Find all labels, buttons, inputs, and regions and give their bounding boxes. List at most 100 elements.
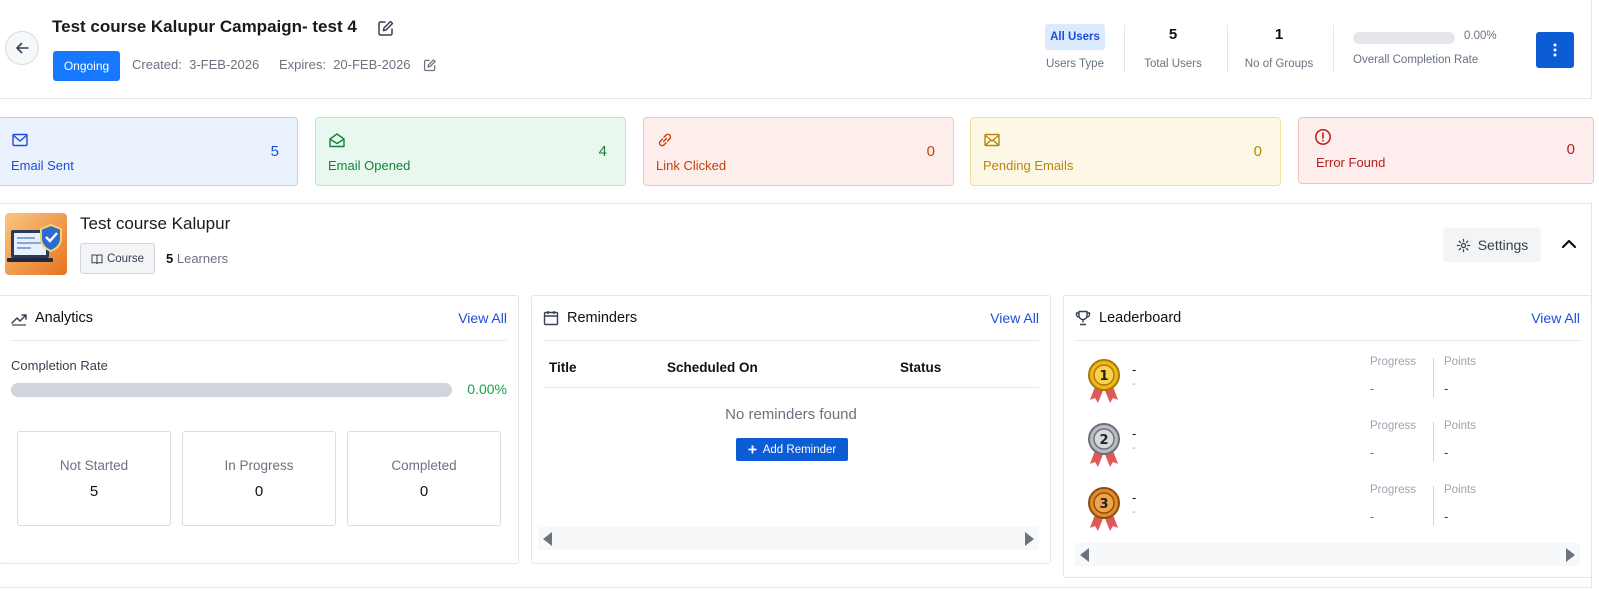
total-users-stat: 5 Total Users [1136,24,1210,72]
mail-pending-icon [984,133,1000,147]
expires-label: Expires: [279,57,326,72]
leader-subtitle: - [1132,506,1136,518]
analytics-panel: Analytics View All Completion Rate 0.00%… [0,295,519,564]
leader-divider [1433,486,1434,526]
points-label: Points [1444,356,1476,368]
arrow-left-icon [16,42,29,54]
users-type-label: Users Type [1046,58,1104,70]
stat-divider [1124,25,1125,73]
leader-name: - [1132,362,1137,377]
created-label: Created: [132,57,182,72]
created-date: Created: 3-FEB-2026 [132,57,259,72]
learners-count: 5 Learners [166,251,228,266]
expires-date: Expires: 20-FEB-2026 [279,57,411,72]
stat-label: In Progress [224,458,294,473]
mail-open-icon [329,133,345,148]
edit-title-icon[interactable] [377,19,395,37]
course-thumbnail [5,213,67,275]
leader-name: - [1132,490,1137,505]
course-title: Test course Kalupur [80,214,231,233]
progress-value: - [1370,381,1375,396]
completion-rate-bar [11,383,452,397]
book-icon [91,254,103,264]
metric-value: 4 [598,143,607,160]
leader-subtitle: - [1132,378,1136,390]
medal-rank: 2 [1099,433,1108,448]
horizontal-scrollbar[interactable] [538,527,1039,550]
stat-completed: Completed 0 [347,431,501,526]
stat-in-progress: In Progress 0 [182,431,336,526]
points-label: Points [1444,420,1476,432]
metric-value: 0 [1566,141,1575,158]
reminders-view-all-link[interactable]: View All [990,310,1039,326]
calendar-icon [543,311,559,326]
trophy-icon [1075,310,1091,326]
stat-label: Completed [391,458,457,473]
more-options-button[interactable] [1536,32,1574,68]
progress-label: Progress [1370,420,1417,432]
horizontal-scrollbar[interactable] [1075,543,1580,566]
reminders-header: Reminders View All [543,296,1039,341]
metric-value: 0 [926,143,935,160]
points-value: - [1444,445,1449,460]
kebab-menu-icon [1553,43,1557,57]
metric-email-opened[interactable]: Email Opened 4 [315,117,626,186]
metric-label: Error Found [1316,155,1386,170]
metric-error-found[interactable]: Error Found 0 [1298,117,1594,184]
course-type-label: Course [106,252,145,265]
plus-icon [748,445,757,454]
column-title: Title [549,360,577,375]
metric-pending-emails[interactable]: Pending Emails 0 [970,117,1281,186]
edit-date-icon[interactable] [423,58,437,72]
scroll-left-icon[interactable] [1080,548,1089,562]
link-icon [658,133,672,147]
metric-label: Email Opened [328,158,411,173]
scroll-right-icon[interactable] [1025,532,1034,546]
groups-value: 1 [1274,26,1284,43]
overall-completion-label: Overall Completion Rate [1353,54,1479,66]
add-reminder-button[interactable]: Add Reminder [736,438,848,461]
settings-button[interactable]: Settings [1443,228,1541,262]
course-type-tag: Course [80,243,155,274]
chevron-up-icon [1561,239,1577,249]
add-reminder-label: Add Reminder [762,443,837,456]
scroll-right-icon[interactable] [1566,548,1575,562]
leaderboard-panel: Leaderboard View All 1 - - Progress - Po… [1063,295,1592,578]
users-type-badge: All Users [1045,24,1105,50]
leader-subtitle: - [1132,442,1136,454]
groups-stat: 1 No of Groups [1237,24,1321,72]
empty-state-text: No reminders found [725,406,857,423]
gear-icon [1456,238,1470,252]
leaderboard-title: Leaderboard [1099,310,1182,326]
leader-divider [1433,358,1434,398]
leader-divider [1433,422,1434,462]
metric-label: Link Clicked [656,158,727,173]
scroll-left-icon[interactable] [543,532,552,546]
settings-label: Settings [1477,237,1529,253]
column-scheduled-on: Scheduled On [667,360,758,375]
learners-value: 5 [166,251,174,266]
leaderboard-view-all-link[interactable]: View All [1531,310,1580,326]
metric-email-sent[interactable]: Email Sent 5 [0,117,298,186]
campaign-title: Test course Kalupur Campaign- test 4 [52,17,357,36]
expires-value: 20-FEB-2026 [333,57,411,72]
points-value: - [1444,509,1449,524]
reminders-panel: Reminders View All Title Scheduled On St… [531,295,1051,564]
stat-divider [1227,25,1228,73]
analytics-view-all-link[interactable]: View All [458,310,507,326]
reminders-title: Reminders [567,310,638,326]
stat-not-started: Not Started 5 [17,431,171,526]
stat-label: Not Started [59,458,129,473]
progress-value: - [1370,445,1375,460]
metric-value: 0 [1253,143,1262,160]
learners-label: Learners [176,251,229,266]
metric-label: Email Sent [11,158,74,173]
groups-label: No of Groups [1244,58,1314,70]
back-button[interactable] [5,31,39,65]
gold-medal-icon: 1 [1088,359,1120,403]
collapse-button[interactable] [1559,234,1579,254]
metric-link-clicked[interactable]: Link Clicked 0 [643,117,954,186]
users-type-stat: All Users Users Type [1040,24,1110,72]
silver-medal-icon: 2 [1088,423,1120,467]
stat-value: 5 [89,483,99,500]
